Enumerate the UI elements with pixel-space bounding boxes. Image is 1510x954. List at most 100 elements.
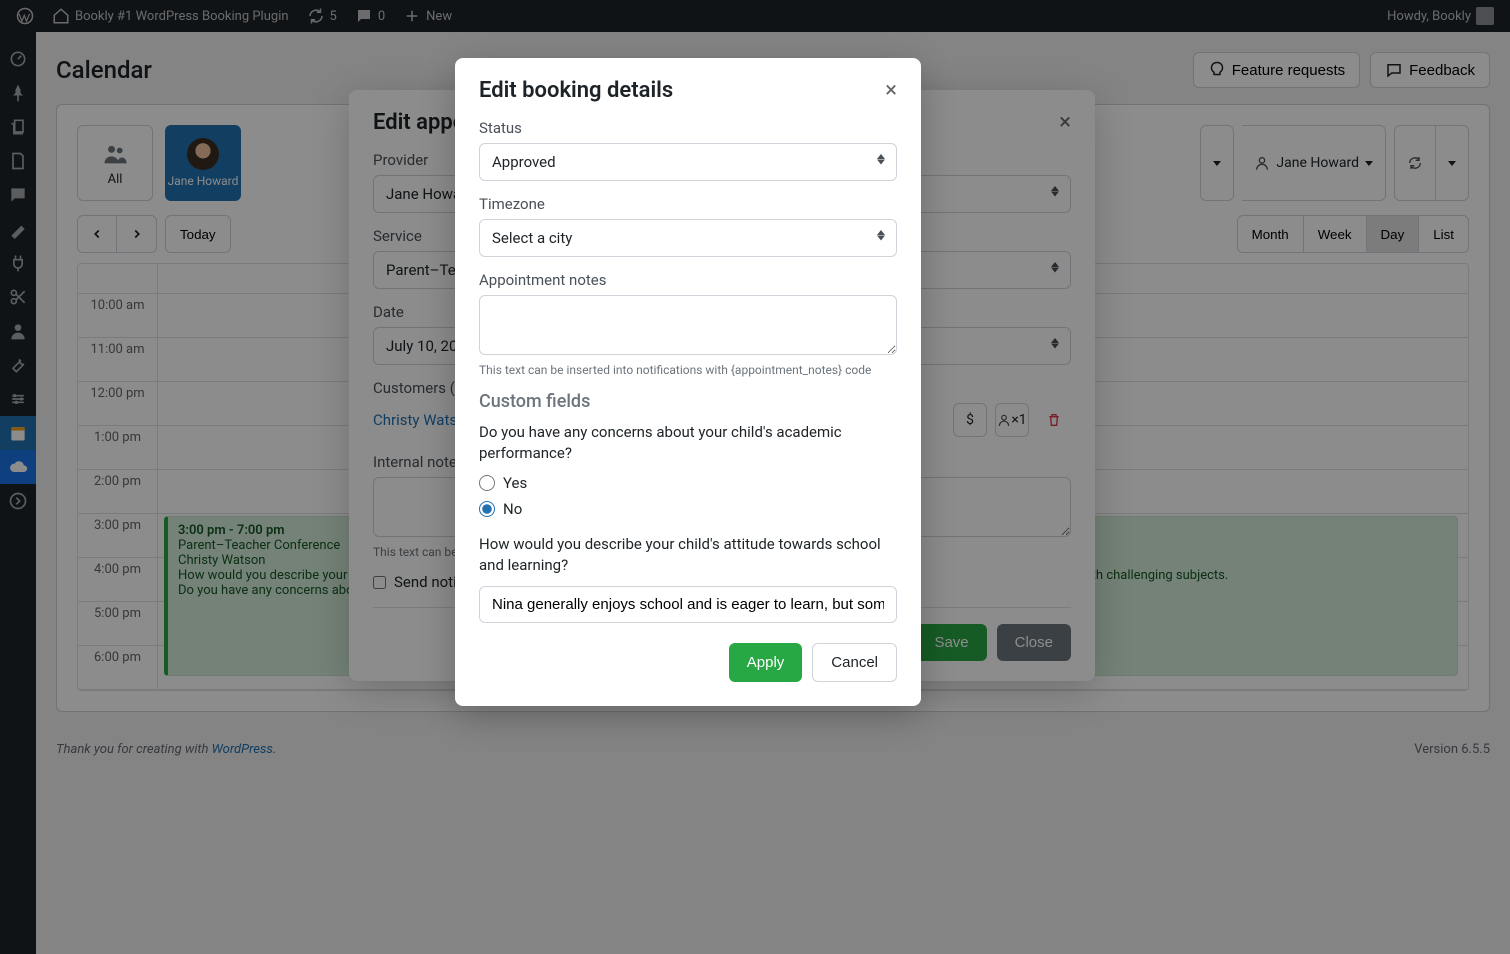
avatar-icon <box>187 138 219 170</box>
prev-button[interactable] <box>77 215 117 253</box>
close-icon[interactable]: × <box>885 78 897 103</box>
updates-icon[interactable]: 5 <box>301 7 343 25</box>
wp-logo-icon[interactable] <box>10 7 40 25</box>
delete-icon[interactable] <box>1037 403 1071 437</box>
howdy[interactable]: Howdy, Bookly <box>1381 7 1500 25</box>
price-icon[interactable]: $ <box>953 403 987 437</box>
view-day[interactable]: Day <box>1367 215 1420 253</box>
time-label: 12:00 pm <box>78 382 158 425</box>
time-label: 1:00 pm <box>78 426 158 469</box>
feedback-label: Feedback <box>1409 62 1475 79</box>
chevron-right-icon <box>130 227 144 241</box>
plugins-icon[interactable] <box>0 246 36 280</box>
updates-count: 5 <box>330 9 337 24</box>
people-icon <box>101 140 129 168</box>
time-label: 6:00 pm <box>78 646 158 689</box>
site-name[interactable]: Bookly #1 WordPress Booking Plugin <box>46 7 295 25</box>
edit-booking-modal: Edit booking details × Status Approved T… <box>455 58 921 706</box>
avatar <box>1476 7 1494 25</box>
custom-fields-title: Custom fields <box>479 391 897 412</box>
tools-icon[interactable] <box>0 348 36 382</box>
cf-q1-label: Do you have any concerns about your chil… <box>479 422 897 464</box>
page-title: Calendar <box>56 56 152 84</box>
dashboard-icon[interactable] <box>0 42 36 76</box>
bookly-cloud-icon[interactable] <box>0 450 36 484</box>
staff-name-label: Jane Howard <box>168 174 239 188</box>
today-button[interactable]: Today <box>165 215 231 253</box>
trash-icon <box>1046 412 1062 428</box>
cf-q2-input[interactable] <box>479 586 897 623</box>
site-name-label: Bookly #1 WordPress Booking Plugin <box>75 9 289 24</box>
collapse-icon[interactable] <box>0 484 36 518</box>
capacity-label: ×1 <box>1011 412 1026 428</box>
view-list[interactable]: List <box>1419 215 1469 253</box>
chevron-left-icon <box>90 227 104 241</box>
apply-button[interactable]: Apply <box>729 643 803 682</box>
cancel-button[interactable]: Cancel <box>812 643 897 682</box>
comments-icon[interactable]: 0 <box>349 7 391 25</box>
notes-hint: This text can be inserted into notificat… <box>479 363 897 377</box>
cf-q1-no-radio[interactable] <box>479 501 495 517</box>
person-icon <box>997 413 1011 427</box>
settings-icon[interactable] <box>0 382 36 416</box>
howdy-label: Howdy, Bookly <box>1387 9 1471 24</box>
appearance-icon[interactable] <box>0 212 36 246</box>
person-icon <box>1254 155 1270 171</box>
time-label: 2:00 pm <box>78 470 158 513</box>
refresh-button[interactable] <box>1394 125 1436 201</box>
notes-label: Appointment notes <box>479 271 897 289</box>
time-label: 3:00 pm <box>78 514 158 557</box>
time-label: 4:00 pm <box>78 558 158 601</box>
chevron-down-icon <box>1365 161 1373 166</box>
pin-icon[interactable] <box>0 76 36 110</box>
wordpress-link[interactable]: WordPress <box>212 742 273 757</box>
notes-input[interactable] <box>479 295 897 355</box>
feedback-button[interactable]: Feedback <box>1370 52 1490 88</box>
provider-dropdown[interactable]: Jane Howard <box>1242 125 1386 201</box>
speech-icon[interactable] <box>0 178 36 212</box>
close-icon[interactable]: × <box>1059 110 1071 135</box>
refresh-icon <box>1407 155 1423 171</box>
send-notifications-checkbox[interactable] <box>373 576 386 589</box>
timezone-select[interactable]: Select a city <box>479 219 897 257</box>
next-button[interactable] <box>117 215 157 253</box>
media-icon[interactable] <box>0 110 36 144</box>
cf-q1-no-label: No <box>503 500 522 518</box>
save-button[interactable]: Save <box>916 624 986 661</box>
chevron-down-icon <box>1448 161 1456 166</box>
pages-icon[interactable] <box>0 144 36 178</box>
bookly-calendar-icon[interactable] <box>0 416 36 450</box>
feature-requests-label: Feature requests <box>1232 62 1345 79</box>
timezone-label: Timezone <box>479 195 897 213</box>
version: Version 6.5.5 <box>1414 742 1490 757</box>
cf-q2-label: How would you describe your child's atti… <box>479 534 897 576</box>
admin-sidebar <box>0 32 36 954</box>
status-select[interactable]: Approved <box>479 143 897 181</box>
comments-count: 0 <box>378 9 385 24</box>
chevron-down-icon <box>1213 161 1221 166</box>
cf-q1-yes-label: Yes <box>503 474 527 492</box>
view-month[interactable]: Month <box>1237 215 1304 253</box>
view-week[interactable]: Week <box>1304 215 1367 253</box>
status-label: Status <box>479 119 897 137</box>
cf-q1-yes-radio[interactable] <box>479 475 495 491</box>
provider-label: Jane Howard <box>1276 155 1359 171</box>
users-icon[interactable] <box>0 314 36 348</box>
staff-all[interactable]: All <box>77 125 153 201</box>
cut-icon[interactable] <box>0 280 36 314</box>
footer-thanks: Thank you for creating with <box>56 742 212 757</box>
refresh-options[interactable] <box>1436 125 1469 201</box>
time-label: 11:00 am <box>78 338 158 381</box>
staff-all-label: All <box>108 172 123 187</box>
time-label: 10:00 am <box>78 294 158 337</box>
admin-bar: Bookly #1 WordPress Booking Plugin 5 0 N… <box>0 0 1510 32</box>
new-label: New <box>426 9 452 24</box>
staff-jane[interactable]: Jane Howard <box>165 125 241 201</box>
feature-requests-button[interactable]: Feature requests <box>1193 52 1360 88</box>
time-label: 5:00 pm <box>78 602 158 645</box>
close-button[interactable]: Close <box>997 624 1071 661</box>
booking-modal-title: Edit booking details <box>479 78 673 103</box>
capacity-icon[interactable]: ×1 <box>995 403 1029 437</box>
new-button[interactable]: New <box>397 7 458 25</box>
filter-dropdown[interactable] <box>1200 125 1234 201</box>
